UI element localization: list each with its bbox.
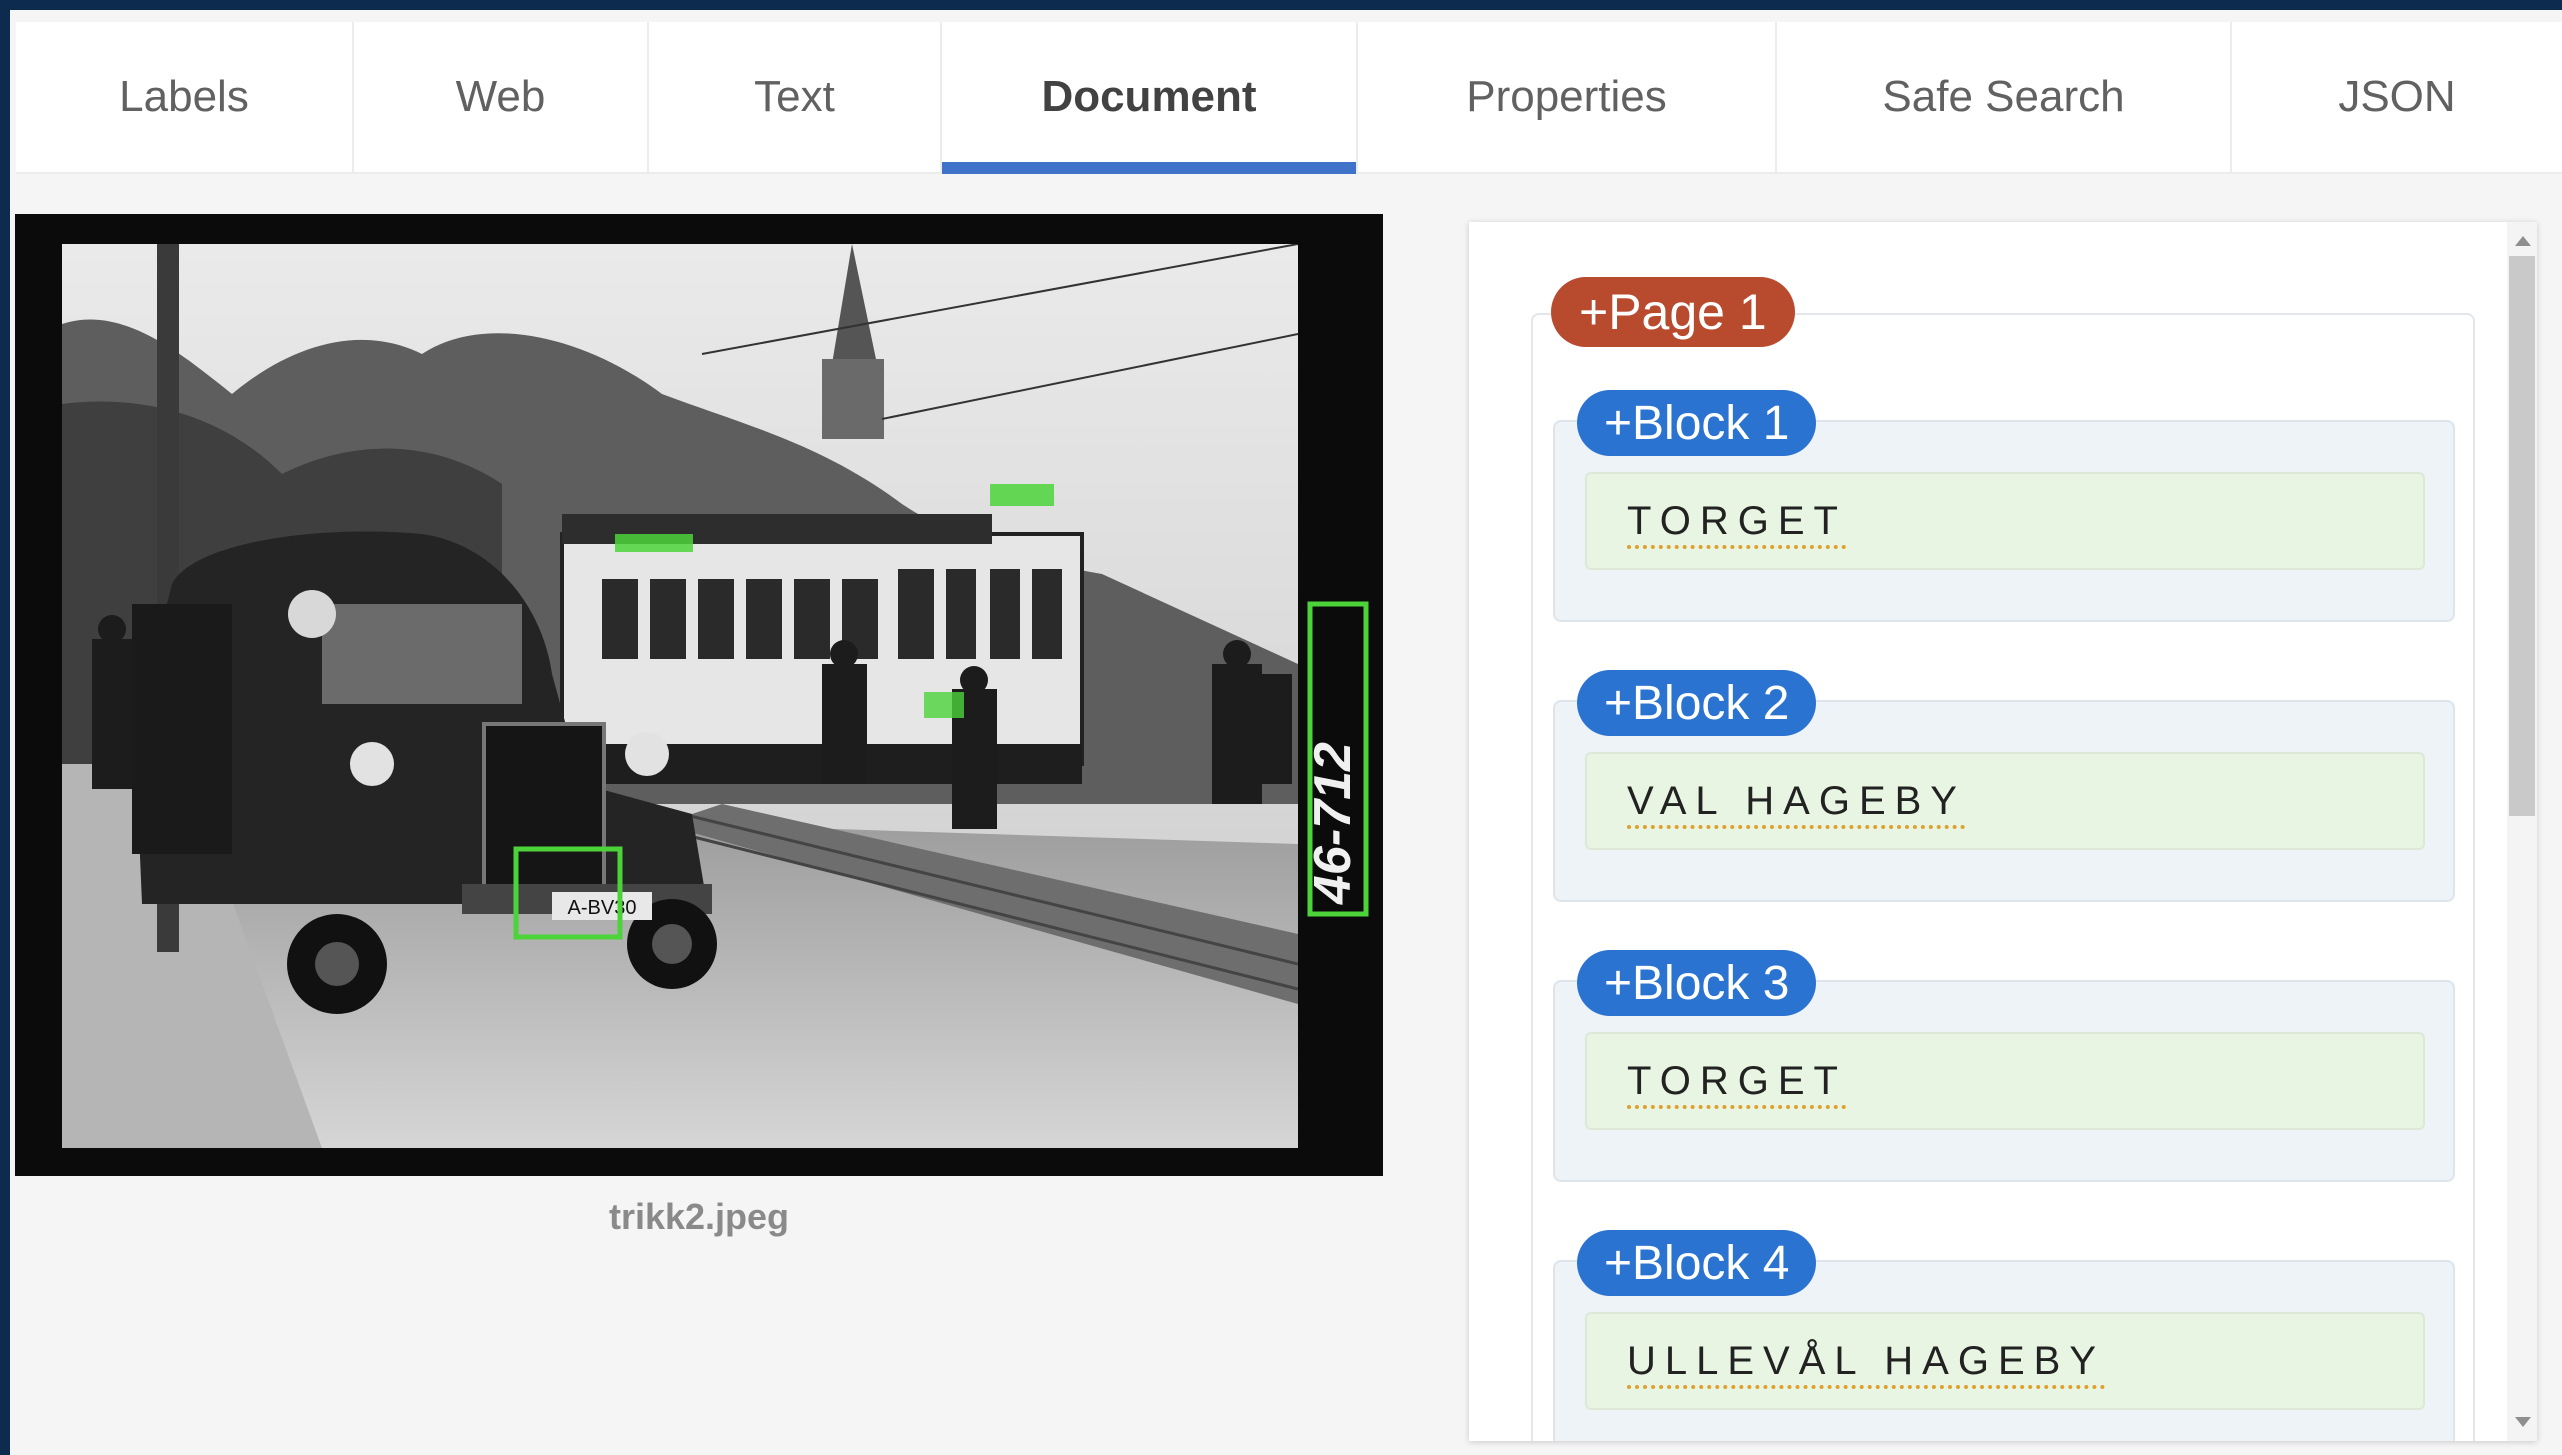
photo: A-BV30: [62, 244, 1298, 1148]
block-text-box: VAL HAGEBY: [1585, 752, 2425, 850]
scroll-up-icon[interactable]: [2515, 236, 2531, 246]
block-badge[interactable]: +Block 1: [1577, 390, 1817, 456]
block-text-box: TORGET: [1585, 472, 2425, 570]
license-plate-text: A-BV30: [568, 897, 637, 919]
block-badge[interactable]: +Block 2: [1577, 670, 1817, 736]
block-text: VAL HAGEBY: [1627, 778, 1966, 823]
text-detection-box: [615, 534, 693, 552]
scroll-thumb[interactable]: [2509, 256, 2535, 816]
page-badge[interactable]: +Page 1: [1551, 277, 1795, 347]
block-text: ULLEVÅL HAGEBY: [1627, 1338, 2106, 1383]
text-detection-box: [990, 484, 1054, 506]
tab-json[interactable]: JSON: [2232, 22, 2562, 172]
image-caption: trikk2.jpeg: [608, 1196, 790, 1237]
tab-bar: Labels Web Text Document Properties Safe…: [16, 22, 2562, 174]
tab-web[interactable]: Web: [354, 22, 649, 172]
scroll-down-icon[interactable]: [2515, 1417, 2531, 1427]
document-panel: +Page 1 TORGET +Block 1 VAL HAGEBY +Bloc…: [1469, 222, 2537, 1441]
block-text-box: TORGET: [1585, 1032, 2425, 1130]
block-text-box: ULLEVÅL HAGEBY: [1585, 1312, 2425, 1410]
tab-labels[interactable]: Labels: [16, 22, 354, 172]
side-number-text: 46-712: [1304, 742, 1362, 905]
film-edge-number: 46-712: [1304, 601, 1369, 917]
scrollbar[interactable]: [2507, 222, 2537, 1441]
block-text: TORGET: [1627, 498, 1847, 543]
image-preview: A-BV30 46-712: [15, 214, 1383, 1176]
block-badge[interactable]: +Block 3: [1577, 950, 1817, 1016]
tab-document[interactable]: Document: [942, 22, 1358, 174]
tab-safe-search[interactable]: Safe Search: [1777, 22, 2232, 172]
text-detection-box: [924, 692, 964, 718]
tab-text[interactable]: Text: [649, 22, 942, 172]
block-text: TORGET: [1627, 1058, 1847, 1103]
tab-properties[interactable]: Properties: [1358, 22, 1777, 172]
block-badge[interactable]: +Block 4: [1577, 1230, 1817, 1296]
